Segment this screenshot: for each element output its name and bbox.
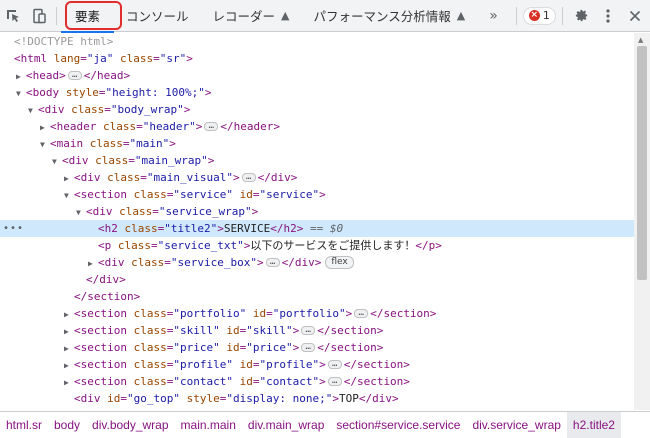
collapse-triangle-icon[interactable]: ▼ (52, 153, 62, 170)
breadcrumb-item[interactable]: body (48, 412, 86, 438)
tree-row[interactable]: ▶ <section class="portfolio" id="portfoli… (0, 305, 634, 322)
tree-row[interactable]: ▶ <section class="skill" id="skill">… </se… (0, 322, 634, 339)
device-toolbar-icon[interactable] (26, 0, 52, 32)
tree-row[interactable]: ▶ <div class="main_visual">… </div> (0, 169, 634, 186)
collapse-triangle-icon[interactable]: ▼ (16, 85, 26, 102)
toolbar-divider (561, 6, 563, 25)
tree-row[interactable]: ▼ <body style="height: 100%;"> (0, 84, 634, 101)
tree-row[interactable]: ▼ <main class="main"> (0, 135, 634, 152)
collapsed-ellipsis[interactable]: … (301, 342, 316, 352)
expand-triangle-icon[interactable]: ▶ (64, 340, 74, 357)
tab-performance-insights[interactable]: パフォーマンス分析情報 ▲ (302, 0, 478, 32)
tree-row[interactable]: ▶ <header class="header">… </header> (0, 118, 634, 135)
kebab-menu-icon[interactable] (595, 0, 621, 32)
expand-triangle-icon[interactable]: ▶ (64, 170, 74, 187)
scroll-up-arrow-icon[interactable]: ▲ (638, 36, 643, 44)
tree-row[interactable]: ▼ <div class="body_wrap"> (0, 101, 634, 118)
settings-gear-icon[interactable] (569, 0, 595, 32)
tree-row[interactable]: </section> (0, 288, 634, 305)
error-count: 1 (542, 9, 550, 22)
tab-console[interactable]: コンソール (114, 0, 201, 32)
collapsed-ellipsis[interactable]: … (301, 325, 316, 335)
tree-row[interactable]: ▼ <div class="main_wrap"> (0, 152, 634, 169)
tree-row[interactable]: ▶ <div class="service_box">… </div> flex (0, 254, 634, 271)
tree-row[interactable]: <html lang="ja" class="sr"> (0, 50, 634, 67)
breadcrumb-item[interactable]: div.service_wrap (466, 412, 566, 438)
collapsed-ellipsis[interactable]: … (241, 172, 256, 182)
breadcrumb-item[interactable]: div.main_wrap (242, 412, 330, 438)
tree-row[interactable]: ▶ <section class="price" id="price">… </se… (0, 339, 634, 356)
collapse-triangle-icon[interactable]: ▼ (76, 204, 86, 221)
flask-icon: ▲ (281, 9, 290, 22)
tree-row[interactable]: ▼ <div class="service_wrap"> (0, 203, 634, 220)
toolbar-divider (56, 6, 57, 25)
collapsed-ellipsis[interactable]: … (354, 308, 369, 318)
vertical-scrollbar[interactable]: ▲ (634, 33, 650, 410)
collapse-triangle-icon[interactable]: ▼ (40, 136, 50, 153)
collapsed-ellipsis[interactable]: … (265, 257, 280, 267)
breadcrumb-item[interactable]: main.main (175, 412, 242, 438)
breadcrumb-item-active[interactable]: h2.title2 (566, 411, 621, 438)
tab-elements[interactable]: 要素 (61, 0, 115, 33)
expand-triangle-icon[interactable]: ▶ (64, 323, 74, 340)
collapsed-ellipsis[interactable]: … (327, 376, 342, 386)
breadcrumb-item[interactable]: div.body_wrap (86, 412, 175, 438)
collapsed-ellipsis[interactable]: … (204, 121, 219, 131)
error-count-badge[interactable]: × 1 (522, 6, 556, 25)
collapsed-ellipsis[interactable]: … (67, 70, 82, 80)
more-tabs-icon: » (489, 7, 498, 24)
expand-triangle-icon[interactable]: ▶ (64, 357, 74, 374)
tree-row[interactable]: <p class="service_txt">以下のサービスをご提供します！</… (0, 237, 634, 254)
expand-triangle-icon[interactable]: ▶ (64, 306, 74, 323)
collapsed-ellipsis[interactable]: … (327, 359, 342, 369)
inspect-element-icon[interactable] (0, 0, 26, 32)
tree-row[interactable]: <div id="go_top" style="display: none;">… (0, 390, 634, 407)
tab-recorder-label: レコーダー (212, 9, 276, 24)
tab-elements-label: 要素 (75, 9, 101, 24)
tree-row[interactable]: ▶ <section class="profile" id="profile">…… (0, 356, 634, 373)
devtools-toolbar: 要素 コンソール レコーダー ▲ パフォーマンス分析情報 ▲ » × 1 (0, 0, 650, 33)
tree-row[interactable]: ▼ <section class="service" id="service"> (0, 186, 634, 203)
toolbar-divider (515, 6, 517, 25)
flex-badge[interactable]: flex (325, 255, 354, 269)
collapse-triangle-icon[interactable]: ▼ (28, 102, 38, 119)
tree-row-selected[interactable]: ••• <h2 class="title2">SERVICE</h2> == $… (0, 220, 634, 237)
doctype-node: <!DOCTYPE html> (14, 35, 114, 48)
expand-triangle-icon[interactable]: ▶ (16, 68, 26, 85)
tree-row[interactable]: </div> (0, 271, 634, 288)
selected-node-marker: == $0 (309, 222, 344, 235)
error-icon: × (528, 10, 540, 21)
breadcrumb: html.sr body div.body_wrap main.main div… (0, 411, 650, 438)
tree-row[interactable]: ▶ <section class="contact" id="contact">…… (0, 373, 634, 390)
tree-row[interactable]: <!DOCTYPE html> (0, 33, 634, 50)
flask-icon: ▲ (456, 9, 466, 22)
close-icon[interactable] (621, 0, 649, 32)
dom-tree[interactable]: <!DOCTYPE html> <html lang="ja" class="s… (0, 33, 634, 410)
collapse-triangle-icon[interactable]: ▼ (64, 187, 74, 204)
expand-triangle-icon[interactable]: ▶ (88, 255, 98, 272)
tab-performance-insights-label: パフォーマンス分析情報 (313, 9, 451, 24)
tab-recorder[interactable]: レコーダー ▲ (201, 0, 302, 32)
breadcrumb-item[interactable]: html.sr (0, 412, 48, 438)
scrollbar-thumb[interactable] (637, 46, 647, 280)
tree-row[interactable]: ▶ <head>… </head> (0, 67, 634, 84)
breadcrumb-item[interactable]: section#service.service (330, 412, 466, 438)
row-options-icon[interactable]: ••• (3, 220, 24, 237)
expand-triangle-icon[interactable]: ▶ (64, 374, 74, 391)
more-tabs-button[interactable]: » (477, 0, 510, 32)
expand-triangle-icon[interactable]: ▶ (40, 119, 50, 136)
tab-console-label: コンソール (126, 9, 189, 24)
